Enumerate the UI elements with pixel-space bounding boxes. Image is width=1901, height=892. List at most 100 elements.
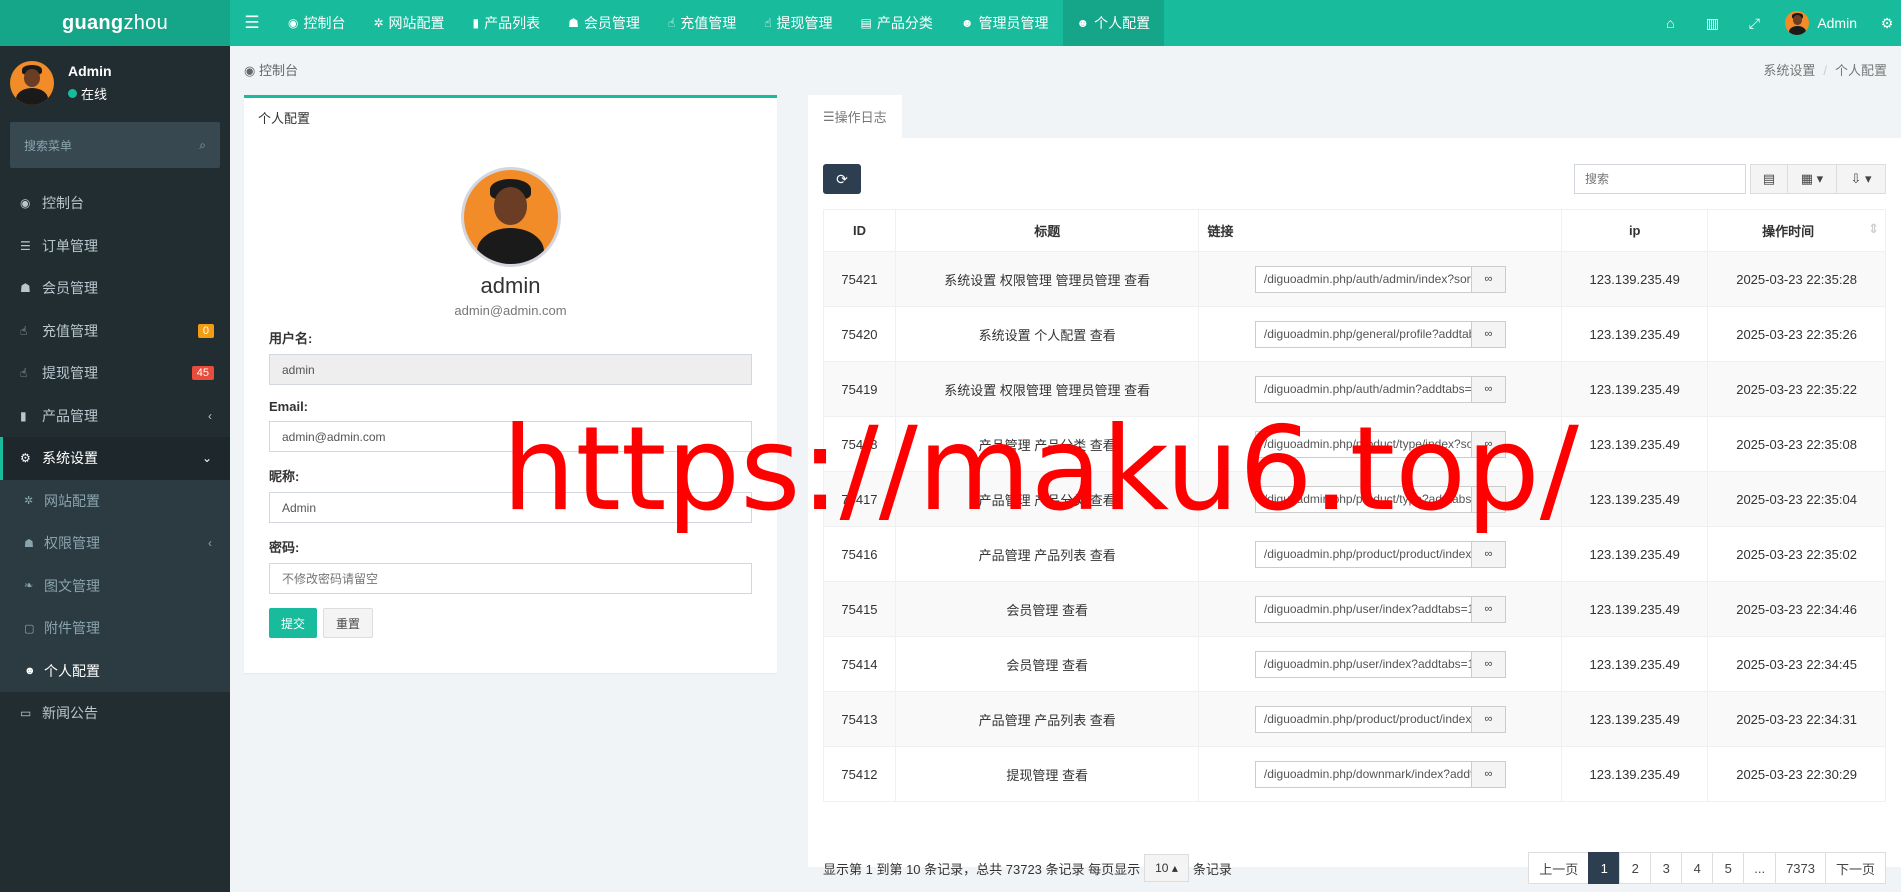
sidebar-item[interactable]: ☝ 提现管理 45 [0, 352, 230, 395]
open-link-button[interactable]: ∞ [1471, 705, 1506, 733]
cell-ip-link[interactable]: 123.139.235.49 [1561, 636, 1709, 692]
home-icon[interactable]: ⌂ [1649, 15, 1691, 31]
cell-ip-link[interactable]: 123.139.235.49 [1561, 306, 1709, 362]
refresh-button[interactable]: ⟳ [823, 164, 861, 194]
top-tab[interactable]: ▮ 产品列表 [459, 0, 555, 46]
url-field[interactable]: /diguoadmin.php/product/product/index?so… [1254, 540, 1472, 568]
open-link-button[interactable]: ∞ [1471, 320, 1506, 348]
sidebar-item-label: 控制台 [42, 195, 84, 212]
menu-toggle-icon[interactable]: ☰ [230, 0, 274, 46]
top-tab[interactable]: ☝ 充值管理 [654, 0, 750, 46]
sidebar-subitem[interactable]: ✲ 网站配置 [0, 480, 230, 523]
top-tab[interactable]: ☝ 提现管理 [750, 0, 846, 46]
cell-ip-link[interactable]: 123.139.235.49 [1561, 471, 1709, 527]
page-size-select[interactable]: 10 ▴ [1144, 854, 1189, 882]
sidebar-item-news[interactable]: ▭ 新闻公告 [0, 692, 230, 735]
cell-title: 系统设置 个人配置 查看 [894, 306, 1200, 362]
open-link-button[interactable]: ∞ [1471, 595, 1506, 623]
url-field[interactable]: /diguoadmin.php/auth/admin?addtabs=1 [1254, 375, 1472, 403]
sidebar-item[interactable]: ☝ 充值管理 0 [0, 310, 230, 353]
col-header[interactable]: 链接 [1198, 209, 1563, 252]
submit-button[interactable]: 提交 [269, 608, 318, 638]
profile-avatar[interactable] [460, 167, 561, 267]
url-field[interactable]: /diguoadmin.php/product/product/index?so… [1254, 705, 1472, 733]
url-field[interactable]: /diguoadmin.php/downmark/index?addtabs=1 [1254, 760, 1472, 788]
reset-button[interactable]: 重置 [323, 608, 374, 638]
fullscreen-icon[interactable]: ⤢ [1733, 15, 1775, 32]
sidebar-item[interactable]: ☰ 订单管理 [0, 225, 230, 268]
page-button[interactable]: 7373 [1775, 852, 1826, 884]
url-field[interactable]: /diguoadmin.php/general/profile?addtabs=… [1254, 320, 1472, 348]
sidebar-item[interactable]: ▮ 产品管理 ‹ [0, 395, 230, 438]
url-group: /diguoadmin.php/product/product/index?so… [1254, 705, 1506, 733]
sidebar-subitem[interactable]: ❧ 图文管理 [0, 565, 230, 608]
sidebar-subitem[interactable]: ☗ 权限管理 ‹ [0, 522, 230, 565]
url-field[interactable]: /diguoadmin.php/user/index?addtabs=1 [1254, 650, 1472, 678]
table-search-input[interactable] [1574, 164, 1746, 194]
open-link-button[interactable]: ∞ [1471, 540, 1506, 568]
cell-ip-link[interactable]: 123.139.235.49 [1561, 746, 1709, 802]
col-header[interactable]: 操作时间 ⇕ [1707, 209, 1886, 252]
sidebar-item-system-settings[interactable]: ⚙ 系统设置 ⌄ [0, 437, 230, 480]
col-header[interactable]: ip [1561, 209, 1709, 252]
top-tab[interactable]: ☻ 个人配置 [1062, 0, 1165, 46]
cell-time: 2025-03-23 22:34:31 [1707, 691, 1886, 747]
table-row[interactable]: 75415 会员管理 查看/diguoadmin.php/user/index?a… [823, 581, 1886, 637]
sidebar-subitem[interactable]: ▢ 附件管理 [0, 607, 230, 650]
chevron-down-icon: ⌄ [201, 451, 212, 466]
header-user-menu[interactable]: Admin [1775, 11, 1873, 35]
page-button[interactable]: 5 [1712, 852, 1745, 884]
sidebar-subitem[interactable]: ☻ 个人配置 [0, 650, 230, 693]
cell-ip-link[interactable]: 123.139.235.49 [1561, 691, 1709, 747]
page-button[interactable]: 下一页 [1824, 852, 1886, 884]
page-button[interactable]: ... [1743, 852, 1777, 884]
sidebar-item[interactable]: ☗ 会员管理 [0, 267, 230, 310]
col-header[interactable]: ID [823, 209, 896, 252]
columns-icon: ▦ ▾ [1800, 171, 1824, 186]
search-icon[interactable]: ⌕ [199, 138, 206, 153]
top-tab[interactable]: ☻ 管理员管理 [947, 0, 1063, 46]
url-field[interactable]: /diguoadmin.php/auth/admin/index?sort=id… [1254, 265, 1472, 293]
table-row[interactable]: 75421 系统设置 权限管理 管理员管理 查看/diguoadmin.php/a… [823, 251, 1886, 307]
tab-operation-log[interactable]: ☰ 操作日志 [808, 95, 902, 138]
sidebar-item[interactable]: ◉ 控制台 [0, 182, 230, 225]
top-tab[interactable]: ▤ 产品分类 [847, 0, 947, 46]
top-tab[interactable]: ◉ 控制台 [274, 0, 359, 46]
table-row[interactable]: 75412 提现管理 查看/diguoadmin.php/downmark/ind… [823, 746, 1886, 802]
cell-ip-link[interactable]: 123.139.235.49 [1561, 416, 1709, 472]
brand-logo[interactable]: guang zhou [0, 0, 230, 46]
settings-gear-icon[interactable]: ⚙ [1873, 15, 1901, 32]
top-tab[interactable]: ☗ 会员管理 [554, 0, 654, 46]
page-button[interactable]: 上一页 [1528, 852, 1590, 884]
open-link-button[interactable]: ∞ [1471, 760, 1506, 788]
top-tab[interactable]: ✲ 网站配置 [359, 0, 458, 46]
export-button[interactable]: ⇩ ▾ [1836, 164, 1886, 194]
cell-ip-link[interactable]: 123.139.235.49 [1561, 581, 1709, 637]
col-header[interactable]: 标题 [894, 209, 1200, 252]
table-row[interactable]: 75420 系统设置 个人配置 查看/diguoadmin.php/general… [823, 306, 1886, 362]
trash-icon[interactable]: ▥ [1691, 15, 1733, 32]
breadcrumb-link[interactable]: 个人配置 [1835, 63, 1887, 78]
cell-ip-link[interactable]: 123.139.235.49 [1561, 251, 1709, 307]
hand-pointer-icon: ☝ [764, 16, 772, 30]
url-field[interactable]: /diguoadmin.php/user/index?addtabs=1 [1254, 595, 1472, 623]
open-link-button[interactable]: ∞ [1471, 375, 1506, 403]
open-link-button[interactable]: ∞ [1471, 265, 1506, 293]
columns-button[interactable]: ▦ ▾ [1787, 164, 1837, 194]
top-tab-label: 充值管理 [680, 15, 737, 31]
toggle-view-button[interactable]: ▤ [1750, 164, 1788, 194]
cell-ip-link[interactable]: 123.139.235.49 [1561, 526, 1709, 582]
page-button[interactable]: 4 [1681, 852, 1714, 884]
sidebar-search-input[interactable]: 搜索菜单 ⌕ [10, 122, 220, 168]
cell-ip-link[interactable]: 123.139.235.49 [1561, 361, 1709, 417]
page-button[interactable]: 3 [1650, 852, 1683, 884]
table-row[interactable]: 75414 会员管理 查看/diguoadmin.php/user/index?a… [823, 636, 1886, 692]
open-link-button[interactable]: ∞ [1471, 650, 1506, 678]
table-row[interactable]: 75413 产品管理 产品列表 查看/diguoadmin.php/product… [823, 691, 1886, 747]
breadcrumb-link[interactable]: 系统设置 [1763, 63, 1815, 78]
password-field[interactable] [269, 563, 752, 594]
sort-icon[interactable]: ⇕ [1868, 221, 1879, 237]
page-button[interactable]: 1 [1588, 852, 1621, 884]
header-actions: ⌂ ▥ ⤢ Admin ⚙ [1649, 0, 1901, 46]
page-button[interactable]: 2 [1619, 852, 1652, 884]
